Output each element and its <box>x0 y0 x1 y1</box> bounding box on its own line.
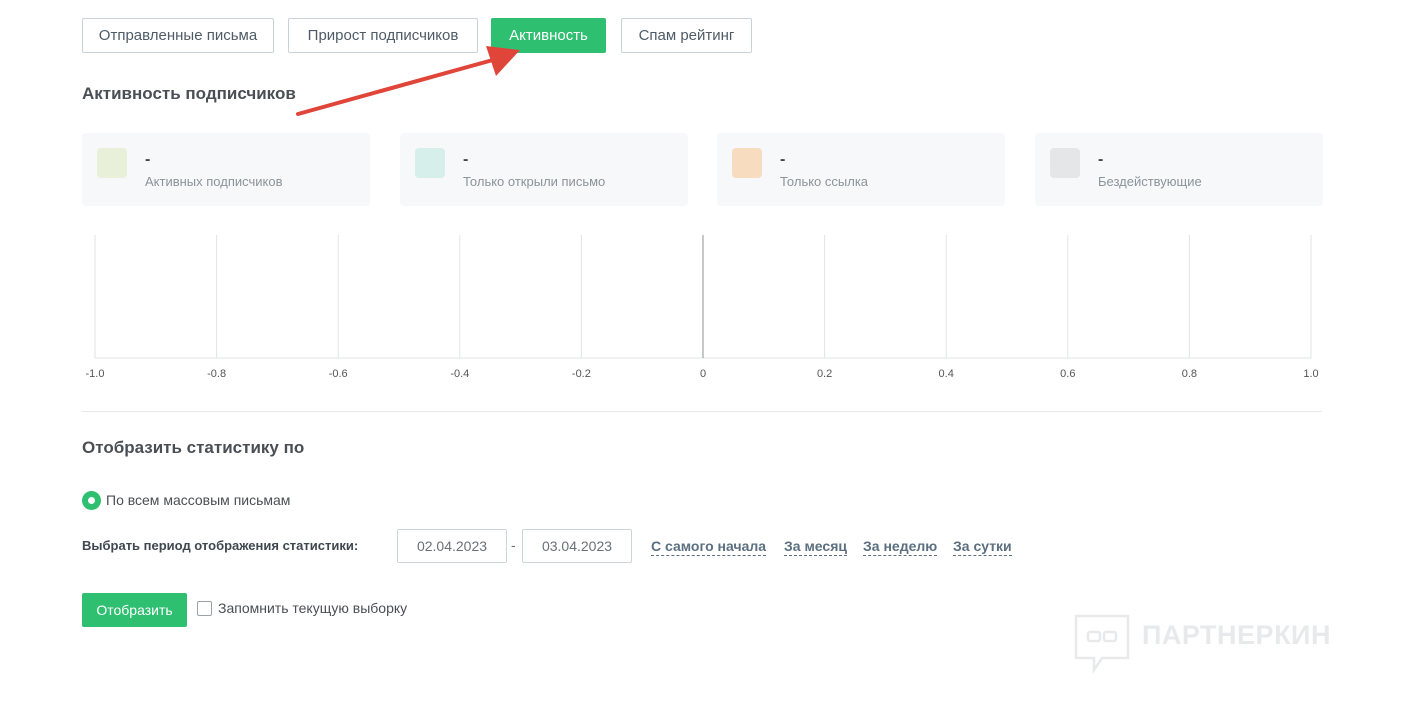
x-tick-label: 0.2 <box>817 368 832 380</box>
stat-card-inactive: - Бездействующие <box>1035 133 1323 206</box>
tab-spam-rating[interactable]: Спам рейтинг <box>621 18 752 53</box>
stat-card-active: - Активных подписчиков <box>82 133 370 206</box>
show-button-label: Отобразить <box>96 602 173 618</box>
section-divider <box>82 411 1322 412</box>
stat-value: - <box>463 151 469 168</box>
x-tick-label: -0.8 <box>207 368 226 380</box>
stat-value: - <box>780 151 786 168</box>
radio-all-mass-emails[interactable] <box>82 491 101 510</box>
x-tick-label: 0.4 <box>939 368 954 380</box>
tab-label: Спам рейтинг <box>638 27 735 44</box>
tab-label: Отправленные письма <box>98 27 258 44</box>
legend-swatch <box>732 148 762 178</box>
remember-checkbox[interactable] <box>197 601 212 616</box>
stat-label: Бездействующие <box>1098 174 1202 189</box>
stat-card-link-only: - Только ссылка <box>717 133 1005 206</box>
tab-sent-emails[interactable]: Отправленные письма <box>82 18 274 53</box>
x-tick-label: 1.0 <box>1303 368 1318 380</box>
date-separator: - <box>511 537 516 553</box>
quick-link-from-start[interactable]: С самого начала <box>651 538 767 556</box>
annotation-arrow-icon <box>296 46 520 116</box>
x-tick-label: 0.6 <box>1060 368 1075 380</box>
legend-swatch <box>1050 148 1080 178</box>
stat-label: Только ссылка <box>780 174 869 189</box>
filters-title: Отобразить статистику по <box>82 438 305 457</box>
quick-link-day[interactable]: За сутки <box>953 538 1012 556</box>
x-tick-label: -0.2 <box>572 368 591 380</box>
legend-swatch <box>97 148 127 178</box>
stat-value: - <box>145 151 151 168</box>
x-tick-label: -0.4 <box>450 368 469 380</box>
x-tick-label: -1.0 <box>86 368 105 380</box>
remember-label: Запомнить текущую выборку <box>218 600 408 616</box>
date-from-input[interactable]: 02.04.2023 <box>397 529 507 563</box>
x-tick-label: -0.6 <box>329 368 348 380</box>
activity-chart: -1.0 -0.8 -0.6 -0.4 -0.2 0 0.2 0.4 0.6 0.8 1.0 <box>86 235 1319 380</box>
x-tick-label: 0 <box>700 368 706 380</box>
watermark-text: ПАРТНЕРКИН <box>1142 620 1331 650</box>
legend-swatch <box>415 148 445 178</box>
quick-link-month[interactable]: За месяц <box>784 538 847 556</box>
radio-label: По всем массовым письмам <box>106 492 291 508</box>
quick-link-week[interactable]: За неделю <box>863 538 938 556</box>
stat-label: Только открыли письмо <box>463 174 606 189</box>
activity-section-title: Активность подписчиков <box>82 84 296 103</box>
show-button[interactable]: Отобразить <box>82 593 187 627</box>
watermark-logo-icon <box>1074 614 1130 674</box>
stat-label: Активных подписчиков <box>145 174 283 189</box>
period-label: Выбрать период отображения статистики: <box>82 538 359 553</box>
date-to-input[interactable]: 03.04.2023 <box>522 529 632 563</box>
stat-card-opened-only: - Только открыли письмо <box>400 133 688 206</box>
stat-value: - <box>1098 151 1104 168</box>
watermark: ПАРТНЕРКИН <box>1074 614 1354 674</box>
x-tick-label: 0.8 <box>1182 368 1197 380</box>
